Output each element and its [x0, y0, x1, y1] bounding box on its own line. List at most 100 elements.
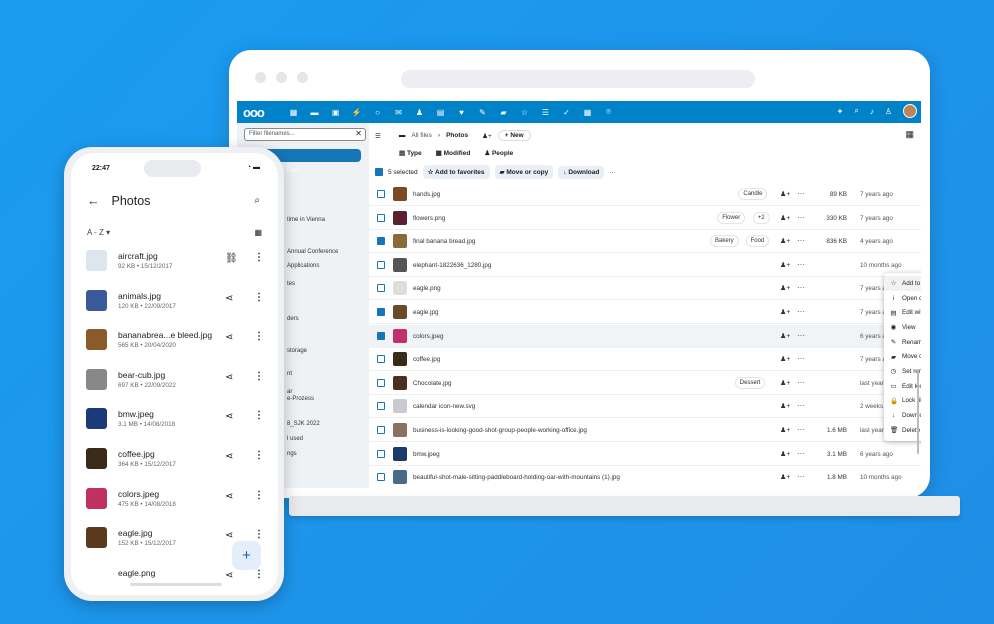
file-tag[interactable]: Dessert: [734, 376, 766, 389]
scrollbar[interactable]: [917, 369, 919, 454]
mail-icon[interactable]: ✉: [388, 108, 409, 117]
row-more-icon[interactable]: ···: [797, 213, 805, 222]
file-thumbnail[interactable]: [393, 328, 407, 343]
breadcrumb-current[interactable]: Photos: [446, 132, 468, 139]
row-checkbox[interactable]: [377, 284, 385, 293]
search-icon[interactable]: ⌕: [854, 106, 858, 116]
file-name[interactable]: Chocolate.jpg: [413, 380, 452, 387]
share-icon[interactable]: ⋖: [225, 293, 233, 304]
add-fab-button[interactable]: +: [232, 541, 261, 570]
pen-icon[interactable]: ✎: [472, 108, 493, 117]
file-row[interactable]: hands.jpg Candle ♟+ ··· 89 KB 7 years ago: [369, 183, 921, 206]
file-row[interactable]: eagle.png ♟+ ··· 7 years ago: [369, 277, 921, 301]
link-icon[interactable]: ⛓: [225, 253, 238, 264]
row-checkbox[interactable]: [377, 449, 385, 458]
phone-file-row[interactable]: aircraft.jpg 92 KB • 15/12/2017 ⛓ ⋮: [71, 250, 278, 290]
phone-file-row[interactable]: animals.jpg 120 KB • 22/09/2017 ⋖ ⋮: [71, 289, 278, 330]
file-thumbnail[interactable]: [393, 423, 407, 437]
file-name[interactable]: eagle.png: [413, 285, 441, 292]
menu-item[interactable]: ▭Edit locally: [884, 379, 921, 394]
menu-item[interactable]: ▰ Move or copy: [884, 349, 921, 364]
menu-item[interactable]: ▤ Edit with Nextcloud Office: [884, 305, 921, 320]
share-icon[interactable]: ♟+: [780, 308, 790, 316]
phone-file-row[interactable]: bmw.jpeg 3.1 MB • 14/08/2018 ⋖ ⋮: [71, 408, 278, 448]
row-checkbox[interactable]: [377, 213, 385, 222]
file-row[interactable]: business-is-looking-good-shot-group-peop…: [369, 419, 921, 442]
file-name[interactable]: business-is-looking-good-shot-group-peop…: [413, 427, 587, 434]
row-checkbox[interactable]: [377, 260, 385, 269]
new-button[interactable]: + New: [497, 130, 531, 141]
add-to-favorites-button[interactable]: ☆ Add to favorites: [422, 165, 490, 179]
row-checkbox[interactable]: [377, 308, 385, 316]
file-thumbnail[interactable]: [393, 446, 407, 461]
row-more-icon[interactable]: ···: [797, 189, 805, 198]
more-actions-icon[interactable]: ···: [609, 169, 616, 176]
briefcase-icon[interactable]: ▰: [493, 108, 514, 117]
share-icon[interactable]: ⋖: [225, 451, 233, 462]
overflow-menu-icon[interactable]: ⋮: [254, 490, 264, 501]
row-checkbox[interactable]: [377, 355, 385, 364]
file-thumbnail[interactable]: [393, 375, 407, 390]
row-more-icon[interactable]: ···: [797, 378, 805, 387]
user-avatar[interactable]: [903, 104, 917, 118]
file-name[interactable]: colors.jpeg: [413, 333, 443, 340]
file-row[interactable]: bmw.jpeg ♟+ ··· 3.1 MB 6 years ago: [369, 443, 921, 466]
phone-file-row[interactable]: colors.jpeg 475 KB • 14/08/2018 ⋖ ⋮: [71, 487, 278, 528]
share-icon[interactable]: ⋖: [225, 530, 233, 541]
file-thumbnail[interactable]: [393, 187, 407, 201]
row-more-icon[interactable]: ···: [797, 236, 805, 245]
file-row[interactable]: Chocolate.jpg Dessert ♟+ ··· last year: [369, 372, 921, 395]
download-button[interactable]: ↓ Download: [558, 165, 605, 179]
menu-item[interactable]: i Open details: [884, 291, 921, 306]
overflow-menu-icon[interactable]: ⋮: [254, 292, 264, 303]
row-more-icon[interactable]: ···: [797, 283, 805, 292]
share-icon[interactable]: ♟+: [780, 473, 790, 481]
phone-file-row[interactable]: bananabrea...e bleed.jpg 565 KB • 20/04/2…: [71, 329, 278, 369]
menu-item[interactable]: ◉ View: [884, 320, 921, 335]
overflow-menu-icon[interactable]: ⋮: [254, 331, 264, 342]
file-name[interactable]: hands.jpg: [413, 191, 440, 198]
share-icon[interactable]: ♟+: [780, 355, 790, 363]
file-name[interactable]: coffee.jpg: [413, 356, 440, 363]
sidebar-toggle-icon[interactable]: ☰: [375, 132, 381, 140]
phone-file-row[interactable]: eagle.png ⋖ ⋮: [71, 566, 278, 595]
file-row[interactable]: coffee.jpg ♟+ ··· 7 years ago: [369, 348, 921, 372]
phone-file-row[interactable]: coffee.jpg 364 KB • 15/12/2017 ⋖ ⋮: [71, 448, 278, 488]
menu-item[interactable]: ✎ Rename: [884, 335, 921, 350]
filter-people[interactable]: ♟ People: [484, 149, 513, 157]
share-icon[interactable]: ♟+: [780, 426, 790, 434]
file-name[interactable]: bmw.jpeg: [413, 451, 440, 458]
nextcloud-logo[interactable]: ooo: [243, 105, 283, 120]
file-tag[interactable]: Food: [745, 235, 770, 248]
breadcrumb-all-files[interactable]: All files: [411, 132, 432, 139]
file-row[interactable]: calendar icon-new.svg ♟+ ··· 2 weeks ago: [369, 395, 921, 419]
file-thumbnail[interactable]: [393, 234, 407, 249]
table-icon[interactable]: ▦: [577, 108, 598, 117]
share-icon[interactable]: ♟+: [780, 402, 790, 410]
overflow-menu-icon[interactable]: ⋮: [254, 569, 264, 580]
row-checkbox[interactable]: [377, 331, 385, 340]
nav-item[interactable]: l used: [287, 436, 303, 442]
row-checkbox[interactable]: [377, 190, 385, 198]
file-tag[interactable]: Bakery: [710, 235, 739, 248]
file-tag[interactable]: +2: [752, 211, 770, 224]
share-icon[interactable]: ♟+: [780, 237, 790, 245]
share-icon[interactable]: ⋖: [225, 491, 233, 502]
nav-item[interactable]: Files: [287, 168, 300, 174]
file-name[interactable]: elephant-1822636_1280.jpg: [413, 262, 491, 269]
row-more-icon[interactable]: ···: [797, 425, 805, 434]
nav-item[interactable]: ngs: [287, 451, 297, 457]
row-more-icon[interactable]: ···: [797, 260, 805, 269]
nav-item[interactable]: Applications: [287, 263, 319, 269]
url-bar[interactable]: [401, 70, 755, 88]
file-row[interactable]: beautiful-shot-male-sitting-paddleboard-…: [369, 466, 921, 488]
menu-item[interactable]: 🗑Delete file: [884, 423, 921, 438]
menu-item[interactable]: ◷Set reminder›: [884, 364, 921, 379]
dashboard-icon[interactable]: ▦: [283, 108, 304, 117]
calendar-icon[interactable]: ▤: [430, 108, 451, 117]
filter-type[interactable]: ▤ Type: [399, 149, 422, 157]
file-tag[interactable]: Flower: [717, 211, 746, 224]
sort-selector[interactable]: A - Z ▾: [87, 228, 110, 237]
nav-item[interactable]: storage: [287, 348, 307, 354]
file-thumbnail[interactable]: [393, 470, 407, 485]
